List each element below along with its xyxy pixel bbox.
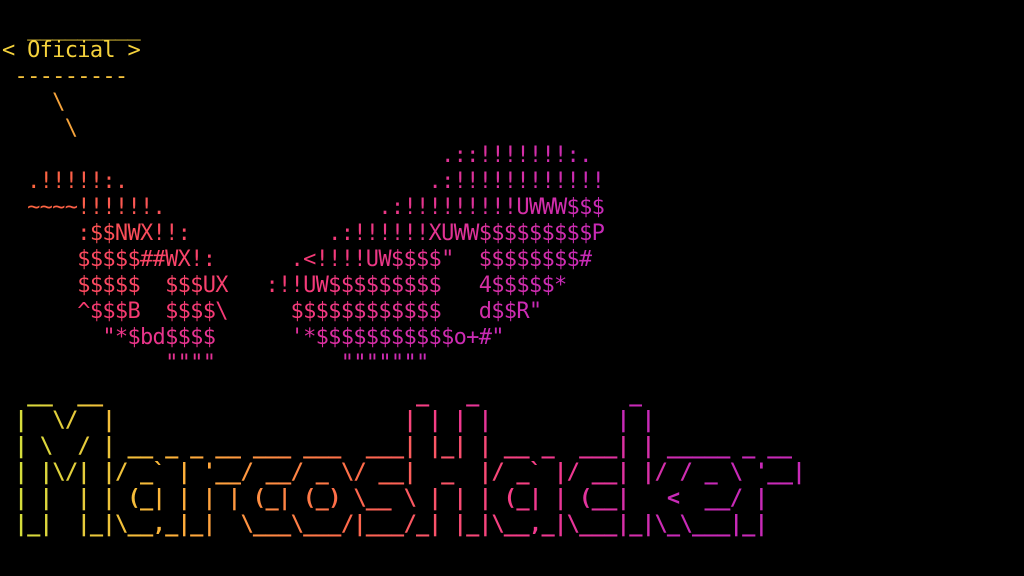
ascii-art-line: $$$$$ $$$UX :!!UW$$$$$$$$$ 4$$$$$* (2, 273, 567, 298)
ascii-art-line: .::!!!!!!!:. (2, 143, 592, 168)
banner-line: __ __ _ _ _ (2, 382, 642, 407)
terminal-window[interactable]: _________ < Oficial > --------- \ \ .::!… (0, 0, 1024, 576)
ascii-art-line: .!!!!!:. .:!!!!!!!!!!!! (2, 169, 605, 194)
speech-bubble-text: < Oficial > (2, 38, 141, 63)
ascii-art-line: ^$$$B $$$$\ $$$$$$$$$$$$ d$$R" (2, 299, 542, 324)
ascii-art-line: ~~~~!!!!!!. .:!!!!!!!!!UWWW$$$ (2, 195, 605, 220)
banner-line: |_| |_|\__,_|_| \___\___/|___/_| |_|\__,… (2, 512, 768, 537)
ascii-art-line: """" """"""" (2, 351, 429, 376)
speech-bubble-bottom: --------- (2, 64, 129, 89)
ascii-art-line: :$$NWX!!: .:!!!!!!XUWW$$$$$$$$$P (2, 221, 605, 246)
banner-line: | \/ | | | | | | | (2, 408, 656, 433)
banner-line: | | | | (_| | | | (_| (_) \__ \ | | | (_… (2, 486, 768, 511)
connector-line: \ (2, 116, 78, 141)
banner-line: | |\/| |/ _` | '__/ __/ _ \/ __| _ |/ _`… (2, 460, 806, 485)
banner-line: | \ / | __ _ _ __ ___ ___ ___| |_| | __ … (2, 434, 794, 459)
ascii-art-line: "*$bd$$$$ '*$$$$$$$$$$$o+#" (2, 325, 504, 350)
ascii-art-line: $$$$$##WX!: .<!!!!UW$$$$" $$$$$$$$# (2, 247, 592, 272)
connector-line: \ (2, 90, 65, 115)
